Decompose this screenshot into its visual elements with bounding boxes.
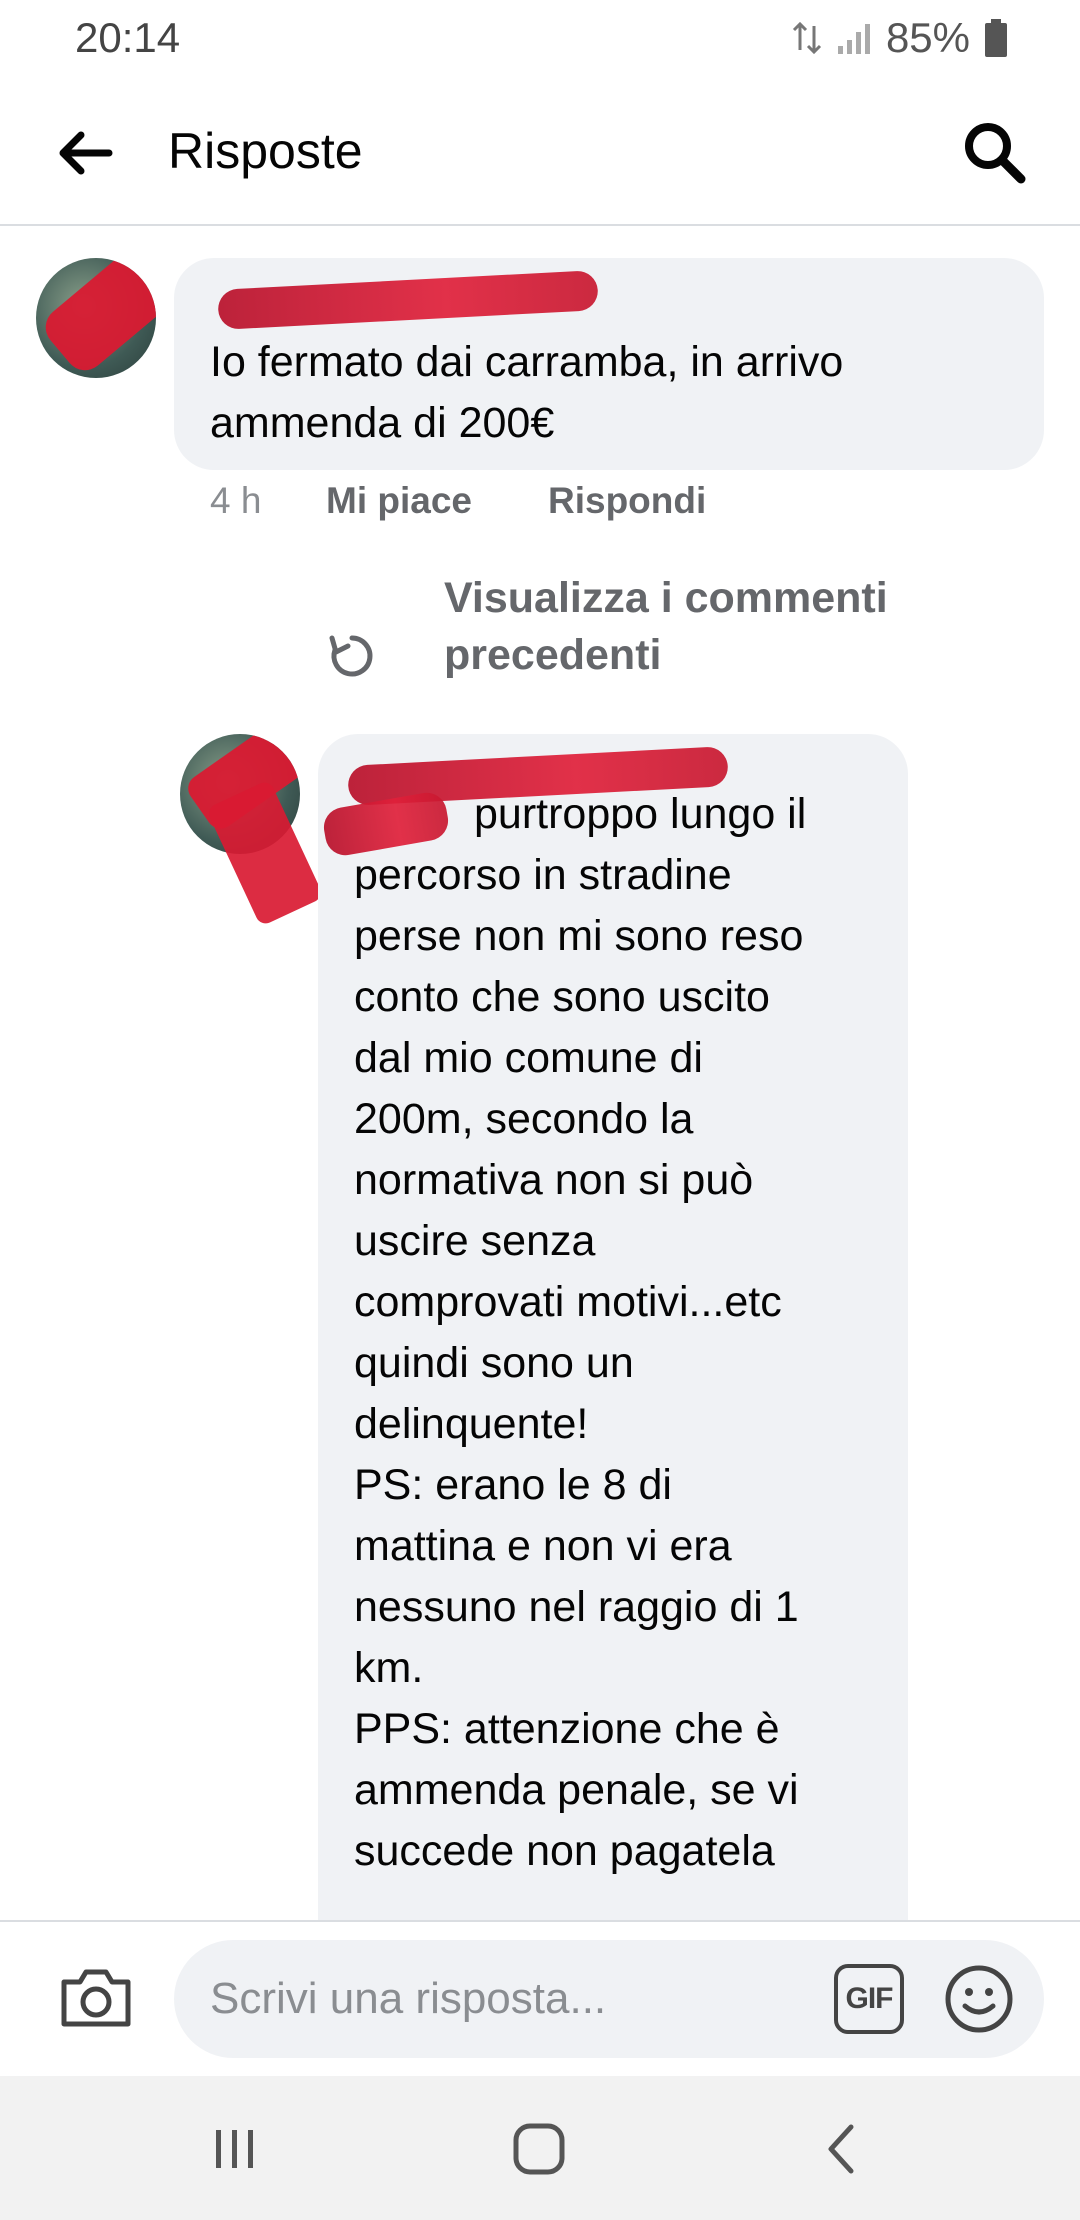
comment-line: nessuno nel raggio di 1 <box>354 1583 799 1631</box>
comment-line: 200m, secondo la <box>354 1095 694 1143</box>
camera-button[interactable] <box>56 1958 136 2038</box>
reply-button[interactable]: Rispondi <box>548 480 706 522</box>
comment-line: perse non mi sono reso <box>354 912 804 960</box>
redaction-mark <box>37 258 156 378</box>
comment-text: Io fermato dai carramba, in arrivo ammen… <box>210 338 844 447</box>
search-button[interactable] <box>954 112 1034 192</box>
gif-button[interactable]: GIF <box>834 1964 904 2034</box>
recents-button[interactable] <box>190 2114 280 2184</box>
emoji-button[interactable] <box>942 1962 1016 2036</box>
comment-line: mattina e non vi era <box>354 1522 732 1570</box>
comment-time: 4 h <box>210 480 262 521</box>
comments-list[interactable]: Io fermato dai carramba, in arrivo ammen… <box>0 228 1080 1920</box>
comment-line: uscire senza <box>354 1217 596 1265</box>
recents-icon <box>216 2130 253 2168</box>
comment-line: percorso in stradine <box>354 851 732 899</box>
comment-line: conto che sono uscito <box>354 973 770 1021</box>
top-app-bar: Risposte <box>0 78 1080 226</box>
home-button[interactable] <box>494 2114 584 2184</box>
status-icons: 85% <box>792 14 1008 62</box>
search-icon <box>965 123 1026 184</box>
status-bar: 20:14 85% <box>0 0 1080 78</box>
redaction-mark <box>205 779 325 927</box>
comment-line: purtroppo lungo il <box>474 790 807 838</box>
home-icon <box>513 2123 565 2175</box>
battery-icon <box>985 19 1007 57</box>
view-previous-comments-label: Visualizza i commenti precedenti <box>444 574 888 679</box>
reply-box: GIF <box>174 1940 1044 2058</box>
view-previous-comments[interactable]: Visualizza i commenti precedenti <box>322 570 982 700</box>
author-name-redacted[interactable] <box>217 270 599 330</box>
avatar[interactable] <box>36 258 156 378</box>
comment-line: succede non pagatela <box>354 1827 775 1875</box>
comment-line: comprovati motivi...etc <box>354 1278 782 1326</box>
status-time: 20:14 <box>75 14 181 61</box>
battery-percent: 85% <box>885 14 970 61</box>
comment-line: normativa non si può <box>354 1156 754 1204</box>
comment-line: quindi sono un <box>354 1339 634 1387</box>
comment-line: PPS: attenzione che è <box>354 1705 780 1753</box>
comment-text: purtroppo lungo il percorso in stradine … <box>354 784 894 1882</box>
arrow-left-icon <box>59 131 113 175</box>
comment-line: km. <box>354 1644 424 1692</box>
comment-line: delinquente! <box>354 1400 589 1448</box>
system-back-button[interactable] <box>796 2114 886 2184</box>
comment-bubble[interactable]: purtroppo lungo il percorso in stradine … <box>318 734 908 1920</box>
like-button[interactable]: Mi piace <box>326 480 472 522</box>
camera-icon <box>61 1969 131 2027</box>
back-chevron-icon <box>828 2124 854 2174</box>
smiley-icon <box>945 1965 1013 2033</box>
back-button[interactable] <box>50 118 120 188</box>
data-transfer-icon <box>792 21 821 55</box>
comment-line: dal mio comune di <box>354 1034 703 1082</box>
reply-composer: GIF <box>0 1920 1080 2076</box>
system-nav-bar <box>0 2076 1080 2220</box>
comment-bubble[interactable]: Io fermato dai carramba, in arrivo ammen… <box>174 258 1044 470</box>
comment-line: PS: erano le 8 di <box>354 1461 672 1509</box>
refresh-icon <box>329 635 373 677</box>
comment-line: ammenda penale, se vi <box>354 1766 799 1814</box>
page-title: Risposte <box>168 123 363 179</box>
reply-input[interactable] <box>210 1940 770 2058</box>
signal-icon <box>837 24 870 54</box>
